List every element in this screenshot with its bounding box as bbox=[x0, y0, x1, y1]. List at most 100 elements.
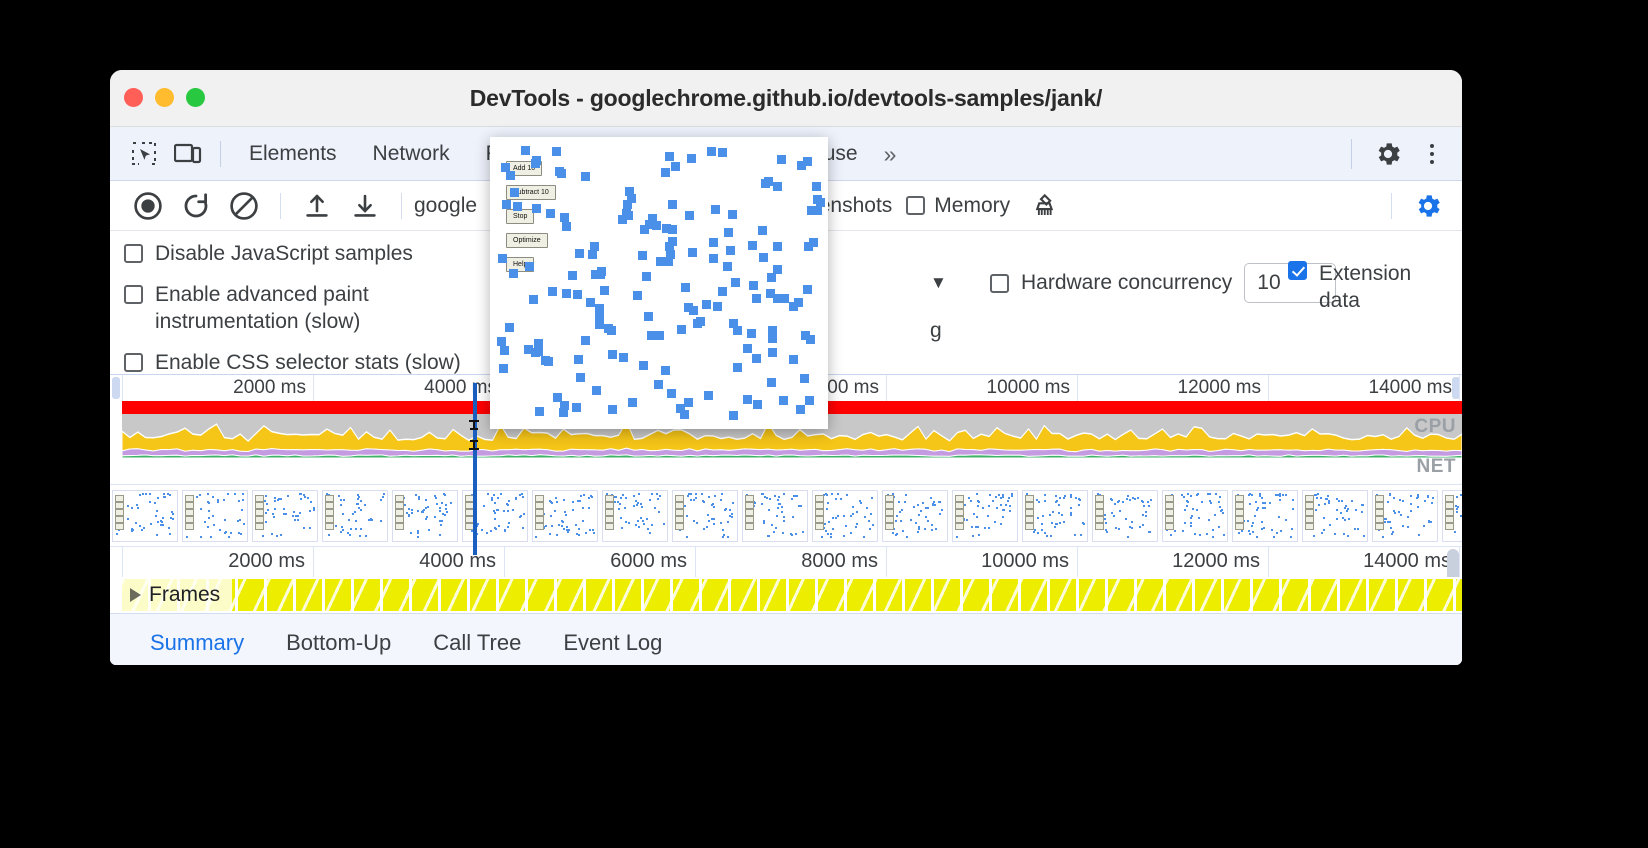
filmstrip-thumbnail[interactable] bbox=[1232, 489, 1298, 542]
filmstrip-thumbnail[interactable] bbox=[1022, 489, 1088, 542]
preview-square bbox=[509, 188, 519, 198]
chevron-down-icon[interactable]: ▼ bbox=[930, 273, 947, 293]
filmstrip-thumbnail[interactable] bbox=[392, 489, 458, 542]
preview-square bbox=[638, 250, 648, 260]
filmstrip-thumbnail[interactable] bbox=[952, 489, 1018, 542]
thumbnail-button-glyph bbox=[1375, 508, 1384, 516]
preview-square bbox=[752, 400, 762, 410]
overview-window-left-handle[interactable] bbox=[112, 377, 120, 399]
preview-square bbox=[1290, 536, 1292, 539]
preview-square bbox=[706, 514, 709, 516]
preview-square bbox=[139, 524, 142, 527]
expand-triangle-icon[interactable] bbox=[130, 588, 141, 602]
thumbnail-button-glyph bbox=[1375, 515, 1384, 523]
preview-square bbox=[207, 493, 210, 496]
preview-square bbox=[1008, 496, 1011, 499]
preview-square bbox=[924, 515, 927, 518]
preview-square bbox=[981, 506, 984, 509]
device-toolbar-icon[interactable] bbox=[166, 134, 210, 174]
preview-square bbox=[1113, 514, 1116, 517]
thumbnail-button-glyph bbox=[1445, 522, 1454, 530]
preview-square bbox=[1347, 535, 1350, 537]
tab-overflow-button[interactable]: » bbox=[876, 127, 903, 181]
frames-bars[interactable] bbox=[122, 579, 1462, 611]
minimize-window-button[interactable] bbox=[155, 88, 174, 107]
filmstrip-thumbnail[interactable] bbox=[462, 489, 528, 542]
close-window-button[interactable] bbox=[124, 88, 143, 107]
thumbnail-button-glyph bbox=[745, 494, 754, 502]
tab-network[interactable]: Network bbox=[355, 127, 468, 181]
popup-button-optimize[interactable]: Optimize bbox=[506, 233, 548, 248]
preview-square bbox=[512, 202, 522, 212]
filmstrip-thumbnail[interactable] bbox=[672, 489, 738, 542]
thumbnail-button-glyph bbox=[1375, 494, 1384, 502]
preview-square bbox=[919, 510, 922, 513]
preview-square bbox=[812, 206, 822, 216]
filmstrip-thumbnail[interactable] bbox=[322, 489, 388, 542]
tab-summary[interactable]: Summary bbox=[134, 614, 260, 665]
preview-square bbox=[871, 524, 874, 527]
hardware-concurrency-control[interactable]: Hardware concurrency 10 bbox=[990, 263, 1337, 303]
filmstrip-thumbnail[interactable] bbox=[742, 489, 808, 542]
capture-settings-gear-icon[interactable] bbox=[1404, 185, 1452, 227]
preview-square bbox=[637, 520, 640, 523]
filmstrip-thumbnail[interactable] bbox=[1372, 489, 1438, 542]
advanced-paint-checkbox-box[interactable] bbox=[124, 284, 143, 304]
filmstrip-thumbnail[interactable] bbox=[1302, 489, 1368, 542]
preview-square bbox=[1184, 508, 1187, 511]
thumbnail-button-glyph bbox=[1375, 522, 1384, 530]
frames-track[interactable]: Frames bbox=[110, 577, 1462, 613]
filmstrip-band[interactable] bbox=[110, 485, 1462, 547]
tab-bottom-up[interactable]: Bottom-Up bbox=[270, 614, 407, 665]
filmstrip-thumbnail[interactable] bbox=[532, 489, 598, 542]
tab-elements[interactable]: Elements bbox=[231, 127, 355, 181]
filmstrip-thumbnail[interactable] bbox=[812, 489, 878, 542]
filmstrip-thumbnail[interactable] bbox=[602, 489, 668, 542]
thumbnail-button-glyph bbox=[115, 522, 124, 530]
thumbnail-button-glyph bbox=[1445, 494, 1454, 502]
tab-event-log[interactable]: Event Log bbox=[547, 614, 678, 665]
reload-record-icon[interactable] bbox=[172, 185, 220, 227]
preview-square bbox=[407, 507, 410, 510]
memory-checkbox-box[interactable] bbox=[906, 196, 926, 215]
timeline-playhead[interactable] bbox=[473, 383, 477, 555]
filmstrip-thumbnail[interactable] bbox=[1442, 489, 1462, 542]
preview-square bbox=[444, 503, 447, 506]
kebab-menu-icon[interactable] bbox=[1410, 132, 1454, 176]
filmstrip-thumbnail[interactable] bbox=[252, 489, 318, 542]
filmstrip-thumbnail[interactable] bbox=[882, 489, 948, 542]
filmstrip-thumbnail[interactable] bbox=[112, 489, 178, 542]
preview-square bbox=[655, 330, 665, 340]
disable-js-samples-checkbox-box[interactable] bbox=[124, 244, 143, 263]
zoom-window-button[interactable] bbox=[186, 88, 205, 107]
preview-square bbox=[1050, 534, 1053, 537]
inspect-icon[interactable] bbox=[122, 134, 166, 174]
frames-track-header[interactable]: Frames bbox=[122, 579, 233, 611]
hardware-concurrency-checkbox-box[interactable] bbox=[990, 273, 1009, 293]
filmstrip-thumbnail[interactable] bbox=[1162, 489, 1228, 542]
tab-call-tree[interactable]: Call Tree bbox=[417, 614, 537, 665]
css-selector-stats-checkbox-box[interactable] bbox=[124, 352, 143, 372]
record-icon[interactable] bbox=[124, 185, 172, 227]
preview-square bbox=[830, 535, 832, 538]
download-profile-icon[interactable] bbox=[341, 185, 389, 227]
preview-square bbox=[594, 303, 604, 313]
preview-square bbox=[441, 502, 444, 505]
clear-icon[interactable] bbox=[220, 185, 268, 227]
extension-data-checkbox-box[interactable] bbox=[1288, 261, 1307, 280]
preview-square bbox=[168, 494, 171, 496]
filmstrip-thumbnail[interactable] bbox=[182, 489, 248, 542]
preview-square bbox=[171, 513, 174, 516]
memory-checkbox[interactable]: Memory bbox=[906, 194, 1010, 218]
gear-icon[interactable] bbox=[1366, 132, 1410, 176]
thumbnail-button-glyph bbox=[115, 494, 124, 502]
playhead-grip-icon[interactable] bbox=[466, 419, 482, 450]
preview-square bbox=[270, 533, 273, 535]
preview-square bbox=[1079, 499, 1082, 502]
collect-garbage-icon[interactable] bbox=[1022, 185, 1070, 227]
preview-square bbox=[1416, 496, 1419, 499]
extension-data-checkbox[interactable]: Extension data bbox=[1288, 261, 1437, 315]
filmstrip-thumbnail[interactable] bbox=[1092, 489, 1158, 542]
upload-profile-icon[interactable] bbox=[293, 185, 341, 227]
window-traffic-lights[interactable] bbox=[124, 88, 205, 107]
